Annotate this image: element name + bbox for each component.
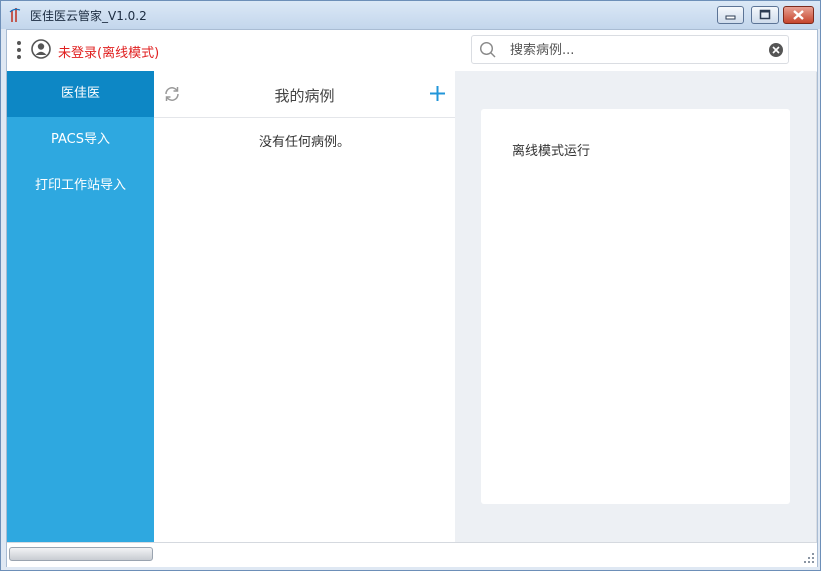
cases-panel: 我的病例 没有任何病例。 bbox=[154, 71, 455, 542]
status-bar bbox=[7, 542, 817, 567]
app-logo-icon bbox=[9, 8, 21, 22]
vertical-scrollbar[interactable] bbox=[816, 72, 817, 542]
horizontal-scrollbar[interactable] bbox=[9, 547, 153, 561]
top-bar: 未登录(离线模式) bbox=[7, 30, 817, 72]
window-title: 医佳医云管家_V1.0.2 bbox=[30, 9, 147, 23]
sidebar: 医佳医 PACS导入 打印工作站导入 bbox=[7, 71, 154, 542]
sidebar-item-pacs-import[interactable]: PACS导入 bbox=[7, 117, 154, 163]
search-box[interactable] bbox=[471, 35, 789, 64]
cases-title: 我的病例 bbox=[274, 87, 335, 105]
search-icon bbox=[479, 41, 496, 58]
maximize-icon bbox=[759, 9, 771, 20]
sidebar-item-print-station-import[interactable]: 打印工作站导入 bbox=[7, 163, 154, 209]
clear-icon[interactable] bbox=[768, 42, 784, 58]
empty-message: 没有任何病例。 bbox=[258, 135, 350, 150]
cases-header: 我的病例 bbox=[154, 71, 455, 118]
close-icon bbox=[793, 10, 804, 20]
user-avatar-icon[interactable] bbox=[31, 39, 51, 59]
sidebar-item-label: PACS导入 bbox=[50, 132, 110, 147]
detail-panel: 离线模式运行 bbox=[455, 71, 817, 542]
vertical-dots-icon[interactable] bbox=[15, 41, 23, 61]
login-status[interactable]: 未登录(离线模式) bbox=[58, 42, 159, 61]
minimize-button[interactable] bbox=[717, 6, 744, 24]
detail-card: 离线模式运行 bbox=[481, 109, 790, 504]
minimize-icon bbox=[725, 15, 736, 20]
plus-icon[interactable] bbox=[429, 85, 446, 102]
resize-grip-icon[interactable] bbox=[803, 552, 815, 564]
offline-message: 离线模式运行 bbox=[512, 144, 591, 159]
sidebar-item-yijiayi[interactable]: 医佳医 bbox=[7, 71, 154, 117]
maximize-button[interactable] bbox=[751, 6, 779, 24]
close-button[interactable] bbox=[783, 6, 814, 24]
sidebar-item-label: 医佳医 bbox=[60, 86, 100, 101]
title-bar[interactable]: 医佳医云管家_V1.0.2 bbox=[1, 1, 820, 29]
client-area: 未登录(离线模式) 医佳医 PACS导入 打印工作站 bbox=[6, 29, 818, 567]
app-window: 医佳医云管家_V1.0.2 未登录(离线模式) 搜索病例... 医佳医 PACS… bbox=[0, 0, 821, 571]
search-input[interactable] bbox=[508, 39, 752, 61]
sidebar-item-label: 打印工作站导入 bbox=[34, 178, 126, 193]
